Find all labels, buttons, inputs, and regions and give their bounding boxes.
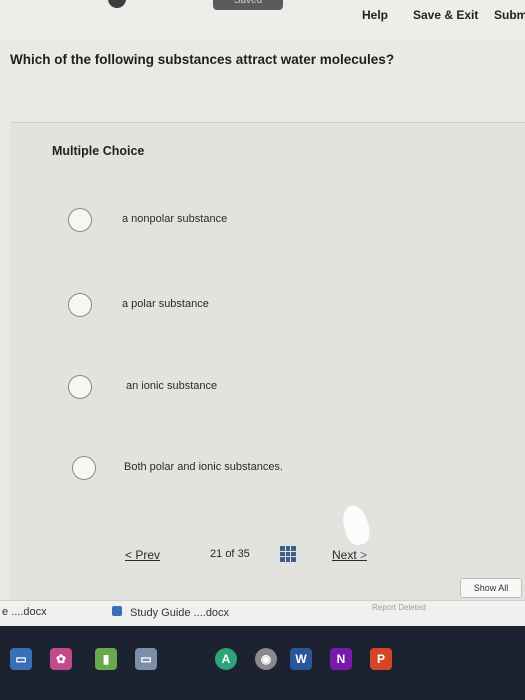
chrome-icon[interactable]: ◉ xyxy=(255,648,277,670)
prev-label: Prev xyxy=(135,548,161,562)
option-label: a polar substance xyxy=(122,298,209,310)
report-deleted-label: Report Deleted xyxy=(372,603,426,612)
downloads-bar: e ....docx Study Guide ....docx Report D… xyxy=(0,600,525,627)
radio-button[interactable] xyxy=(68,375,92,399)
word-icon[interactable]: W xyxy=(290,648,312,670)
show-all-button[interactable]: Show All xyxy=(460,578,522,598)
chevron-right-icon: > xyxy=(356,548,368,562)
chevron-left-icon: < xyxy=(125,548,136,562)
page-total: 35 xyxy=(237,548,250,560)
submit-button[interactable]: Subm xyxy=(494,8,525,22)
page-of: of xyxy=(225,548,235,560)
question-text: Which of the following substances attrac… xyxy=(10,52,395,67)
screen-app-icon[interactable]: ▭ xyxy=(135,648,157,670)
radio-button[interactable] xyxy=(72,456,96,480)
screen-glare xyxy=(339,502,373,548)
question-type-label: Multiple Choice xyxy=(52,144,145,158)
download-item[interactable]: e ....docx xyxy=(2,606,47,618)
page-current: 21 xyxy=(210,548,223,560)
maps-icon[interactable]: A xyxy=(215,648,237,670)
help-button[interactable]: Help xyxy=(362,8,388,22)
radio-button[interactable] xyxy=(68,293,92,317)
page-counter: 21 of 35 xyxy=(210,548,250,560)
chart-app-icon[interactable]: ▮ xyxy=(95,648,117,670)
download-item[interactable]: Study Guide ....docx xyxy=(112,606,229,619)
option-label: an ionic substance xyxy=(126,380,218,392)
answer-panel: Multiple Choice a nonpolar substance a p… xyxy=(10,122,525,603)
grid-icon[interactable] xyxy=(280,546,296,562)
save-exit-button[interactable]: Save & Exit xyxy=(413,8,478,22)
option-label: a nonpolar substance xyxy=(122,213,228,225)
photos-icon[interactable]: ✿ xyxy=(50,648,72,670)
windows-store-icon[interactable]: ▭ xyxy=(10,648,32,670)
radio-button[interactable] xyxy=(68,208,92,232)
next-label: Next xyxy=(332,548,357,562)
powerpoint-icon[interactable]: P xyxy=(370,648,392,670)
saved-indicator: Saved xyxy=(213,0,283,10)
option-label: Both polar and ionic substances. xyxy=(124,461,283,473)
next-button[interactable]: Next > xyxy=(332,548,367,562)
prev-button[interactable]: < Prev xyxy=(125,548,160,562)
download-label: Study Guide ....docx xyxy=(130,607,230,619)
onenote-icon[interactable]: N xyxy=(330,648,352,670)
back-circle-icon[interactable] xyxy=(108,0,126,8)
assessment-header: Saved Help Save & Exit Subm xyxy=(0,0,525,40)
docx-file-icon xyxy=(112,606,122,616)
